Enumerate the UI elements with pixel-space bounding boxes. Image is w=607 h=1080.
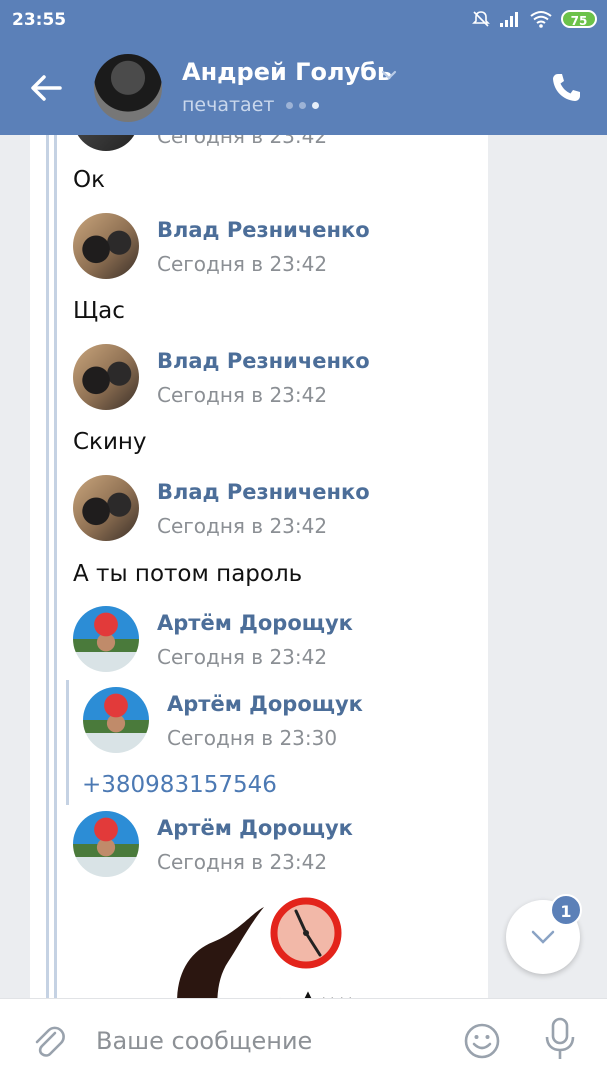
message-time: Сегодня в 23:42 <box>157 514 328 538</box>
phone-icon[interactable] <box>548 70 584 106</box>
contact-avatar[interactable] <box>94 54 162 122</box>
message-text: Щас <box>73 298 125 324</box>
sender-name[interactable]: Влад Резниченко <box>157 349 370 373</box>
mute-notifications-icon <box>472 11 490 27</box>
phone-number-link[interactable]: +380983157546 <box>82 772 277 798</box>
message-time: Сегодня в 23:42 <box>157 645 328 669</box>
message-text: А ты потом пароль <box>73 561 303 587</box>
message-time: Сегодня в 23:42 <box>157 135 328 148</box>
forward-indent-line <box>46 135 49 998</box>
chat-header: Андрей Голубь печатает <box>0 40 607 135</box>
avatar[interactable] <box>83 687 149 753</box>
status-time: 23:55 <box>12 10 67 30</box>
wifi-icon <box>530 11 552 28</box>
avatar[interactable] <box>73 344 139 410</box>
avatar[interactable] <box>73 213 139 279</box>
typing-status: печатает <box>182 94 320 116</box>
message-text: Скину <box>73 429 147 455</box>
battery-icon: 75 <box>561 10 597 28</box>
message-time: Сегодня в 23:42 <box>157 850 328 874</box>
typing-status-text: печатает <box>182 94 275 116</box>
contact-name[interactable]: Андрей Голубь <box>182 58 392 86</box>
status-bar: 23:55 75 <box>0 0 607 40</box>
back-arrow-icon[interactable] <box>26 68 66 108</box>
message-text: Ок <box>73 167 105 193</box>
battery-level: 75 <box>570 14 588 28</box>
sender-name[interactable]: Влад Резниченко <box>157 218 370 242</box>
chevron-down-icon <box>531 930 555 944</box>
avatar[interactable] <box>73 606 139 672</box>
sender-name[interactable]: Артём Дорощук <box>167 692 363 716</box>
unread-count-badge: 1 <box>550 894 582 926</box>
sender-name[interactable]: Артём Дорощук <box>157 611 353 635</box>
chevron-down-icon[interactable] <box>380 66 398 84</box>
message-input[interactable] <box>96 1021 436 1061</box>
avatar[interactable] <box>73 811 139 877</box>
avatar[interactable] <box>73 475 139 541</box>
signal-icon <box>500 12 518 27</box>
typing-dots-icon <box>286 101 320 109</box>
forward-indent-line <box>66 680 69 805</box>
sender-name[interactable]: Артём Дорощук <box>157 816 353 840</box>
message-composer <box>0 998 607 1080</box>
microphone-icon[interactable] <box>544 1017 576 1061</box>
smiley-icon[interactable] <box>462 1021 502 1061</box>
status-icons: 75 <box>471 9 597 29</box>
sender-name[interactable]: Влад Резниченко <box>157 480 370 504</box>
sticker-image[interactable] <box>168 897 368 998</box>
message-time: Сегодня в 23:42 <box>157 383 328 407</box>
paperclip-icon[interactable] <box>28 1021 68 1061</box>
message-time: Сегодня в 23:30 <box>167 726 338 750</box>
forward-indent-line <box>54 135 57 998</box>
message-time: Сегодня в 23:42 <box>157 252 328 276</box>
message-list[interactable]: Сегодня в 23:42 Ок Влад Резниченко Сегод… <box>0 135 607 998</box>
